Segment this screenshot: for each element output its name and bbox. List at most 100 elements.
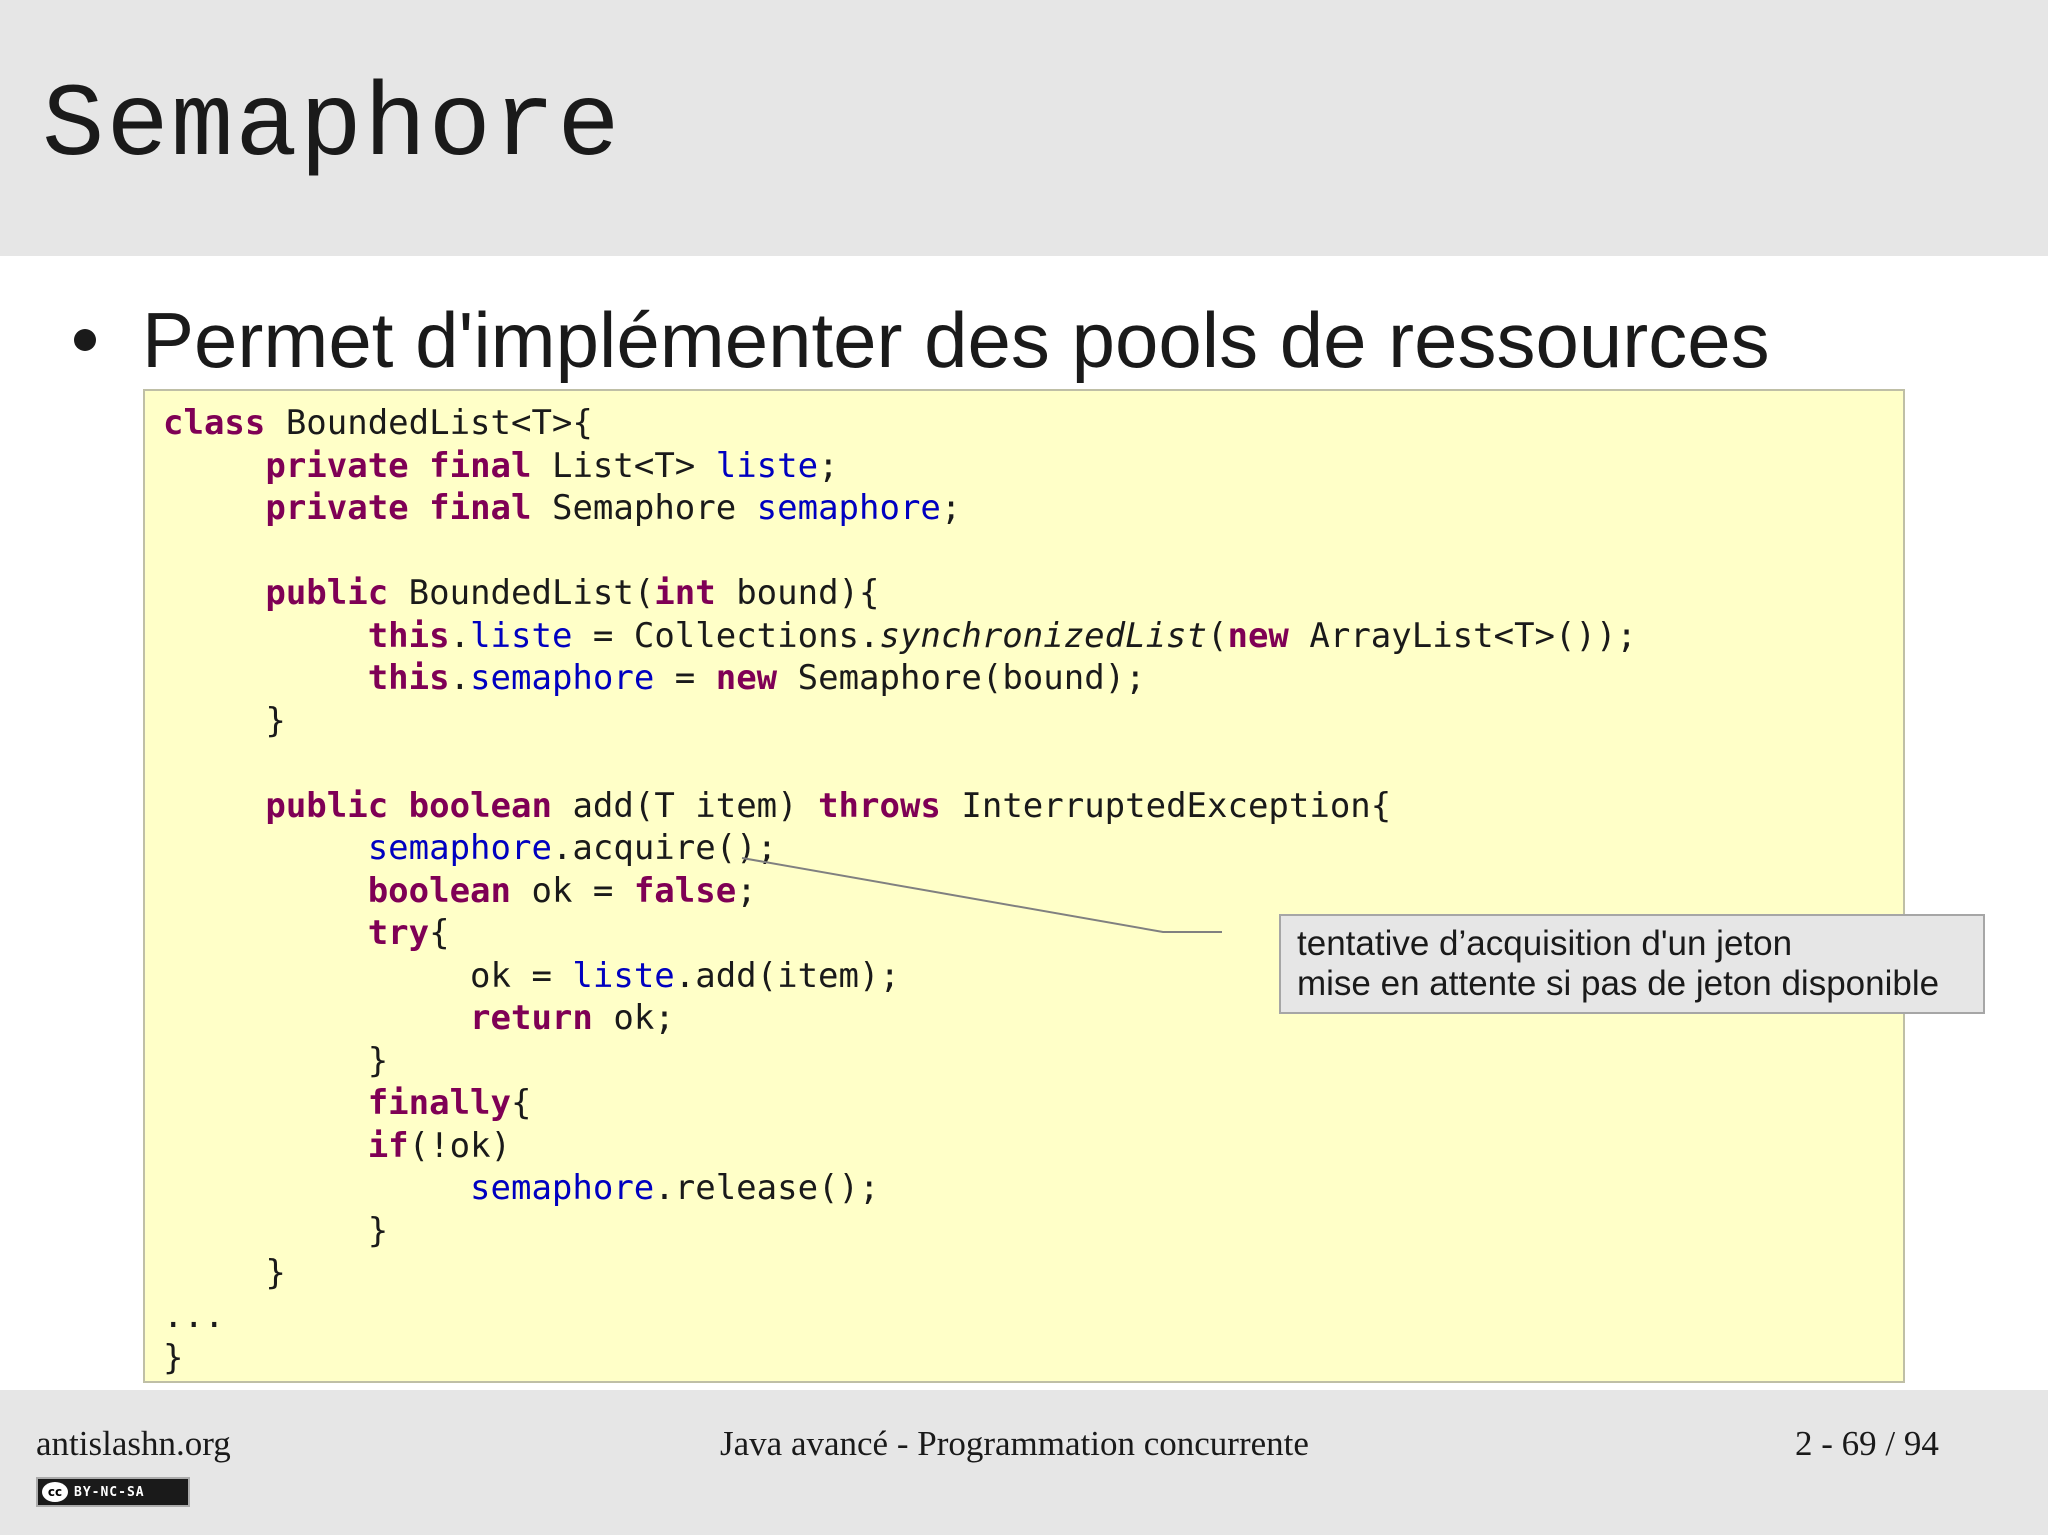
code-line: this.liste = Collections.synchronizedLis…	[163, 616, 1637, 656]
code-line: semaphore.acquire();	[163, 828, 777, 868]
code-text: .add(item);	[674, 955, 900, 996]
code-field: liste	[572, 955, 675, 996]
code-text: (	[1207, 615, 1228, 656]
code-line: private final Semaphore semaphore;	[163, 488, 961, 528]
code-keyword: class	[163, 403, 266, 443]
code-text: ;	[736, 870, 757, 911]
code-text: }	[163, 1253, 286, 1293]
code-keyword: private	[265, 445, 409, 486]
callout-line-2: mise en attente si pas de jeton disponib…	[1297, 964, 1940, 1003]
code-keyword: final	[429, 445, 532, 486]
code-field: semaphore	[367, 828, 552, 868]
code-text: add(T item)	[551, 785, 819, 826]
code-field: semaphore	[470, 658, 655, 698]
bullet-text: Permet d'implémenter des pools de ressou…	[142, 296, 1770, 384]
code-line: try{	[163, 913, 450, 953]
code-field: semaphore	[470, 1168, 655, 1208]
code-text: ok =	[511, 870, 634, 911]
code-text: {	[511, 1083, 532, 1123]
footer-site: antislashn.org	[36, 1424, 231, 1463]
code-text: ArrayList<T>());	[1288, 615, 1637, 656]
code-keyword: public	[265, 573, 389, 613]
footer-page-number: 2 - 69 / 94	[1795, 1424, 1939, 1463]
code-text: ;	[818, 445, 839, 486]
bullet-dot-icon	[74, 329, 96, 351]
code-field: liste	[715, 445, 819, 486]
code-keyword: final	[429, 488, 532, 528]
code-line: }	[163, 1338, 183, 1378]
code-static-call: synchronizedList	[879, 615, 1207, 656]
code-text: List<T>	[531, 445, 716, 486]
code-keyword: public	[265, 785, 389, 826]
code-text: Semaphore(bound);	[777, 658, 1146, 698]
code-text: BoundedList(	[388, 573, 655, 613]
code-field: semaphore	[756, 488, 941, 528]
footer-course-title: Java avancé - Programmation concurrente	[720, 1424, 1309, 1463]
code-keyword: boolean	[367, 870, 511, 911]
code-text: .	[449, 615, 471, 656]
code-keyword: try	[367, 913, 430, 953]
code-text: }	[163, 1338, 184, 1378]
code-line: public boolean add(T item) throws Interr…	[163, 786, 1391, 826]
code-line: }	[163, 1253, 286, 1293]
code-listing: class BoundedList<T>{ private final List…	[163, 402, 1885, 1380]
code-keyword: finally	[367, 1083, 511, 1123]
code-line: private final List<T> liste;	[163, 445, 839, 486]
code-text: }	[163, 1040, 389, 1081]
code-keyword: throws	[818, 785, 941, 826]
callout-note: tentative d’acquisition d'un jeton mise …	[1279, 914, 1985, 1014]
code-text: ok;	[592, 998, 675, 1038]
slide-title: Semaphore	[42, 68, 622, 186]
code-text: (!ok)	[408, 1125, 512, 1166]
code-keyword: int	[654, 573, 716, 613]
code-line: class BoundedList<T>{	[163, 403, 593, 443]
code-text: bound){	[715, 573, 880, 613]
code-text: =	[654, 658, 716, 698]
code-line: this.semaphore = new Semaphore(bound);	[163, 658, 1146, 698]
code-keyword: new	[1227, 615, 1289, 656]
code-field: liste	[470, 615, 573, 656]
code-text: ...	[163, 1295, 225, 1336]
code-text: BoundedList<T>{	[265, 403, 593, 443]
code-line: public BoundedList(int bound){	[163, 573, 879, 613]
code-text: .release();	[654, 1168, 880, 1208]
code-line: finally{	[163, 1083, 532, 1123]
code-text: .acquire();	[551, 828, 778, 868]
code-line: if(!ok)	[163, 1126, 511, 1166]
code-text: = Collections.	[572, 615, 880, 656]
code-line: semaphore.release();	[163, 1168, 879, 1208]
code-text: ;	[940, 488, 962, 528]
code-keyword: new	[715, 658, 778, 698]
code-line: }	[163, 701, 285, 741]
code-keyword: return	[470, 998, 593, 1038]
code-text: {	[429, 913, 450, 953]
code-line: return ok;	[163, 998, 675, 1038]
code-line: ...	[163, 1296, 224, 1336]
code-text: }	[163, 1210, 389, 1251]
license-label: BY-NC-SA	[74, 1484, 145, 1500]
code-text: ok =	[163, 955, 573, 996]
code-keyword: if	[367, 1125, 409, 1166]
bullet-item: Permet d'implémenter des pools de ressou…	[74, 290, 1770, 390]
code-text: .	[449, 658, 471, 698]
code-line: ok = liste.add(item);	[163, 956, 900, 996]
code-keyword: private	[265, 488, 409, 528]
code-line: boolean ok = false;	[163, 871, 757, 911]
cc-license-badge: cc BY-NC-SA	[36, 1477, 190, 1507]
code-text: Semaphore	[531, 488, 757, 528]
